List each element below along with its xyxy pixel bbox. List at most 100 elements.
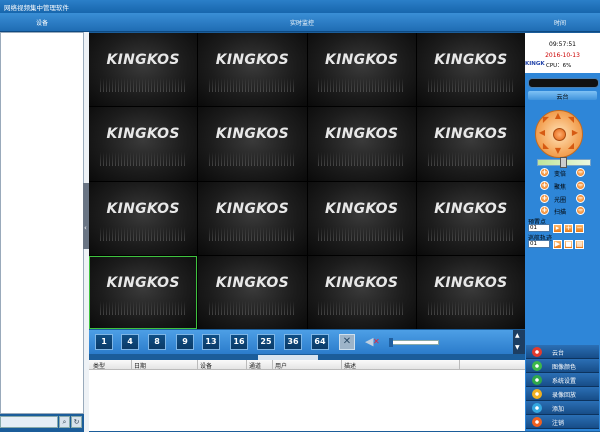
video-noise [427,152,515,167]
device-search-input[interactable] [0,416,58,428]
video-noise [99,226,187,241]
preset-call-button[interactable]: ▸ [553,224,562,233]
ptz-speed-handle[interactable] [560,157,567,168]
video-cell[interactable]: KINGKOS [307,107,416,181]
cruise-grid-button[interactable]: ▦ [575,240,584,249]
tab-live-monitor[interactable]: 实时监控 [290,18,314,27]
split-16-button[interactable]: 16 [230,334,248,350]
cruise-select[interactable]: 01 [528,240,550,248]
scan-label: 扫描 [554,209,567,216]
video-noise [318,300,405,315]
menu-ptz-button[interactable]: 云台 [526,345,599,359]
camera-brand-watermark: KINGKOS [434,126,508,143]
arrow-left-icon[interactable]: ◀ [537,128,547,137]
tab-time[interactable]: 时间 [554,18,566,27]
video-cell[interactable]: KINGKOS [307,255,416,329]
volume-slider[interactable] [389,340,439,345]
menu-ptz-label: 云台 [552,350,565,357]
video-cell[interactable]: KINGKOS [198,33,307,107]
split-8-button[interactable]: 8 [148,334,166,350]
split-scroll: ▲ ▼ [513,330,525,354]
video-cell[interactable]: KINGKOS [89,33,198,107]
preset-delete-button[interactable]: − [575,224,584,233]
col-channel[interactable]: 通道 [249,361,261,370]
menu-logout-button[interactable]: 注销 [526,415,599,429]
video-noise [318,152,405,167]
video-cell[interactable]: KINGKOS [307,33,416,107]
video-cell[interactable]: KINGKOS [89,181,198,255]
arrow-up-left-icon[interactable]: ◤ [541,115,551,124]
fullscreen-icon[interactable]: ✕ [339,334,355,350]
ptz-center-button[interactable] [553,128,566,141]
scroll-down-icon[interactable]: ▼ [515,344,520,351]
split-4-button[interactable]: 4 [121,334,139,350]
split-1-button[interactable]: 1 [95,334,113,350]
video-noise [209,152,296,167]
split-9-button[interactable]: 9 [176,334,194,350]
zoom-out-button[interactable]: − [576,168,585,177]
log-table-header: 类型 日期 设备 通道 用户 描述 [89,360,525,370]
video-cell[interactable]: KINGKOS [89,255,198,329]
split-25-button[interactable]: 25 [257,334,275,350]
video-cell[interactable]: KINGKOS [416,107,525,181]
arrow-down-left-icon[interactable]: ◣ [541,141,551,150]
camera-brand-watermark: KINGKOS [434,200,508,217]
camera-brand-watermark: KINGKOS [106,52,180,68]
device-tree-panel[interactable] [0,32,84,414]
column-divider [272,360,273,370]
menu-add-button[interactable]: 添加 [526,401,599,415]
split-64-button[interactable]: 64 [311,334,329,350]
focus-near-button[interactable]: + [540,181,549,190]
video-cell[interactable]: KINGKOS [416,181,525,255]
split-13-button[interactable]: 13 [202,334,220,350]
col-date[interactable]: 日期 [134,361,146,370]
preset-add-button[interactable]: + [564,224,573,233]
iris-close-button[interactable]: − [576,194,585,203]
video-cell[interactable]: KINGKOS [198,181,307,255]
cruise-stop-button[interactable]: ■ [564,240,573,249]
video-cell[interactable]: KINGKOS [416,255,525,329]
col-description[interactable]: 描述 [344,361,356,370]
video-cell[interactable]: KINGKOS [416,33,525,107]
video-noise [318,226,405,241]
camera-brand-watermark: KINGKOS [106,274,180,291]
scan-stop-button[interactable]: − [576,206,585,215]
video-cell[interactable]: KINGKOS [198,255,307,329]
arrow-up-icon[interactable]: ▲ [553,111,563,120]
iris-open-button[interactable]: + [540,194,549,203]
video-cell[interactable]: KINGKOS [198,107,307,181]
split-36-button[interactable]: 36 [284,334,302,350]
video-noise [99,78,187,92]
video-noise [209,226,296,241]
col-device[interactable]: 设备 [200,361,212,370]
scroll-up-icon[interactable]: ▲ [515,332,520,339]
zoom-in-button[interactable]: + [540,168,549,177]
tab-device[interactable]: 设备 [36,18,48,27]
focus-far-button[interactable]: − [576,181,585,190]
camera-brand-watermark: KINGKOS [215,126,290,143]
clock-time: 09:57:51 [549,41,576,48]
menu-system-settings-button[interactable]: 系统设置 [526,373,599,387]
refresh-icon[interactable]: ↻ [71,416,82,428]
arrow-down-icon[interactable]: ▼ [553,146,563,155]
scan-start-button[interactable]: + [540,206,549,215]
col-user[interactable]: 用户 [275,361,287,370]
preset-select[interactable]: 01 [528,224,550,232]
arrow-up-right-icon[interactable]: ◥ [566,115,576,124]
video-cell[interactable]: KINGKOS [89,107,198,181]
chevron-left-icon[interactable]: ‹ [84,224,87,232]
volume-slider-handle[interactable] [389,338,393,347]
cruise-play-button[interactable]: ▶ [553,240,562,249]
menu-logout-label: 注销 [552,420,565,427]
camera-brand-watermark: KINGKOS [215,200,290,217]
col-type[interactable]: 类型 [93,361,105,370]
arrow-down-right-icon[interactable]: ◢ [566,141,576,150]
column-divider [459,360,460,370]
search-icon[interactable]: ⌕ [59,416,70,428]
arrow-right-icon[interactable]: ▶ [570,128,580,137]
camera-brand-watermark: KINGKOS [324,200,399,217]
menu-image-color-label: 图像颜色 [552,364,577,371]
menu-image-color-button[interactable]: 图像颜色 [526,359,599,373]
menu-playback-button[interactable]: 录像回放 [526,387,599,401]
video-cell[interactable]: KINGKOS [307,181,416,255]
